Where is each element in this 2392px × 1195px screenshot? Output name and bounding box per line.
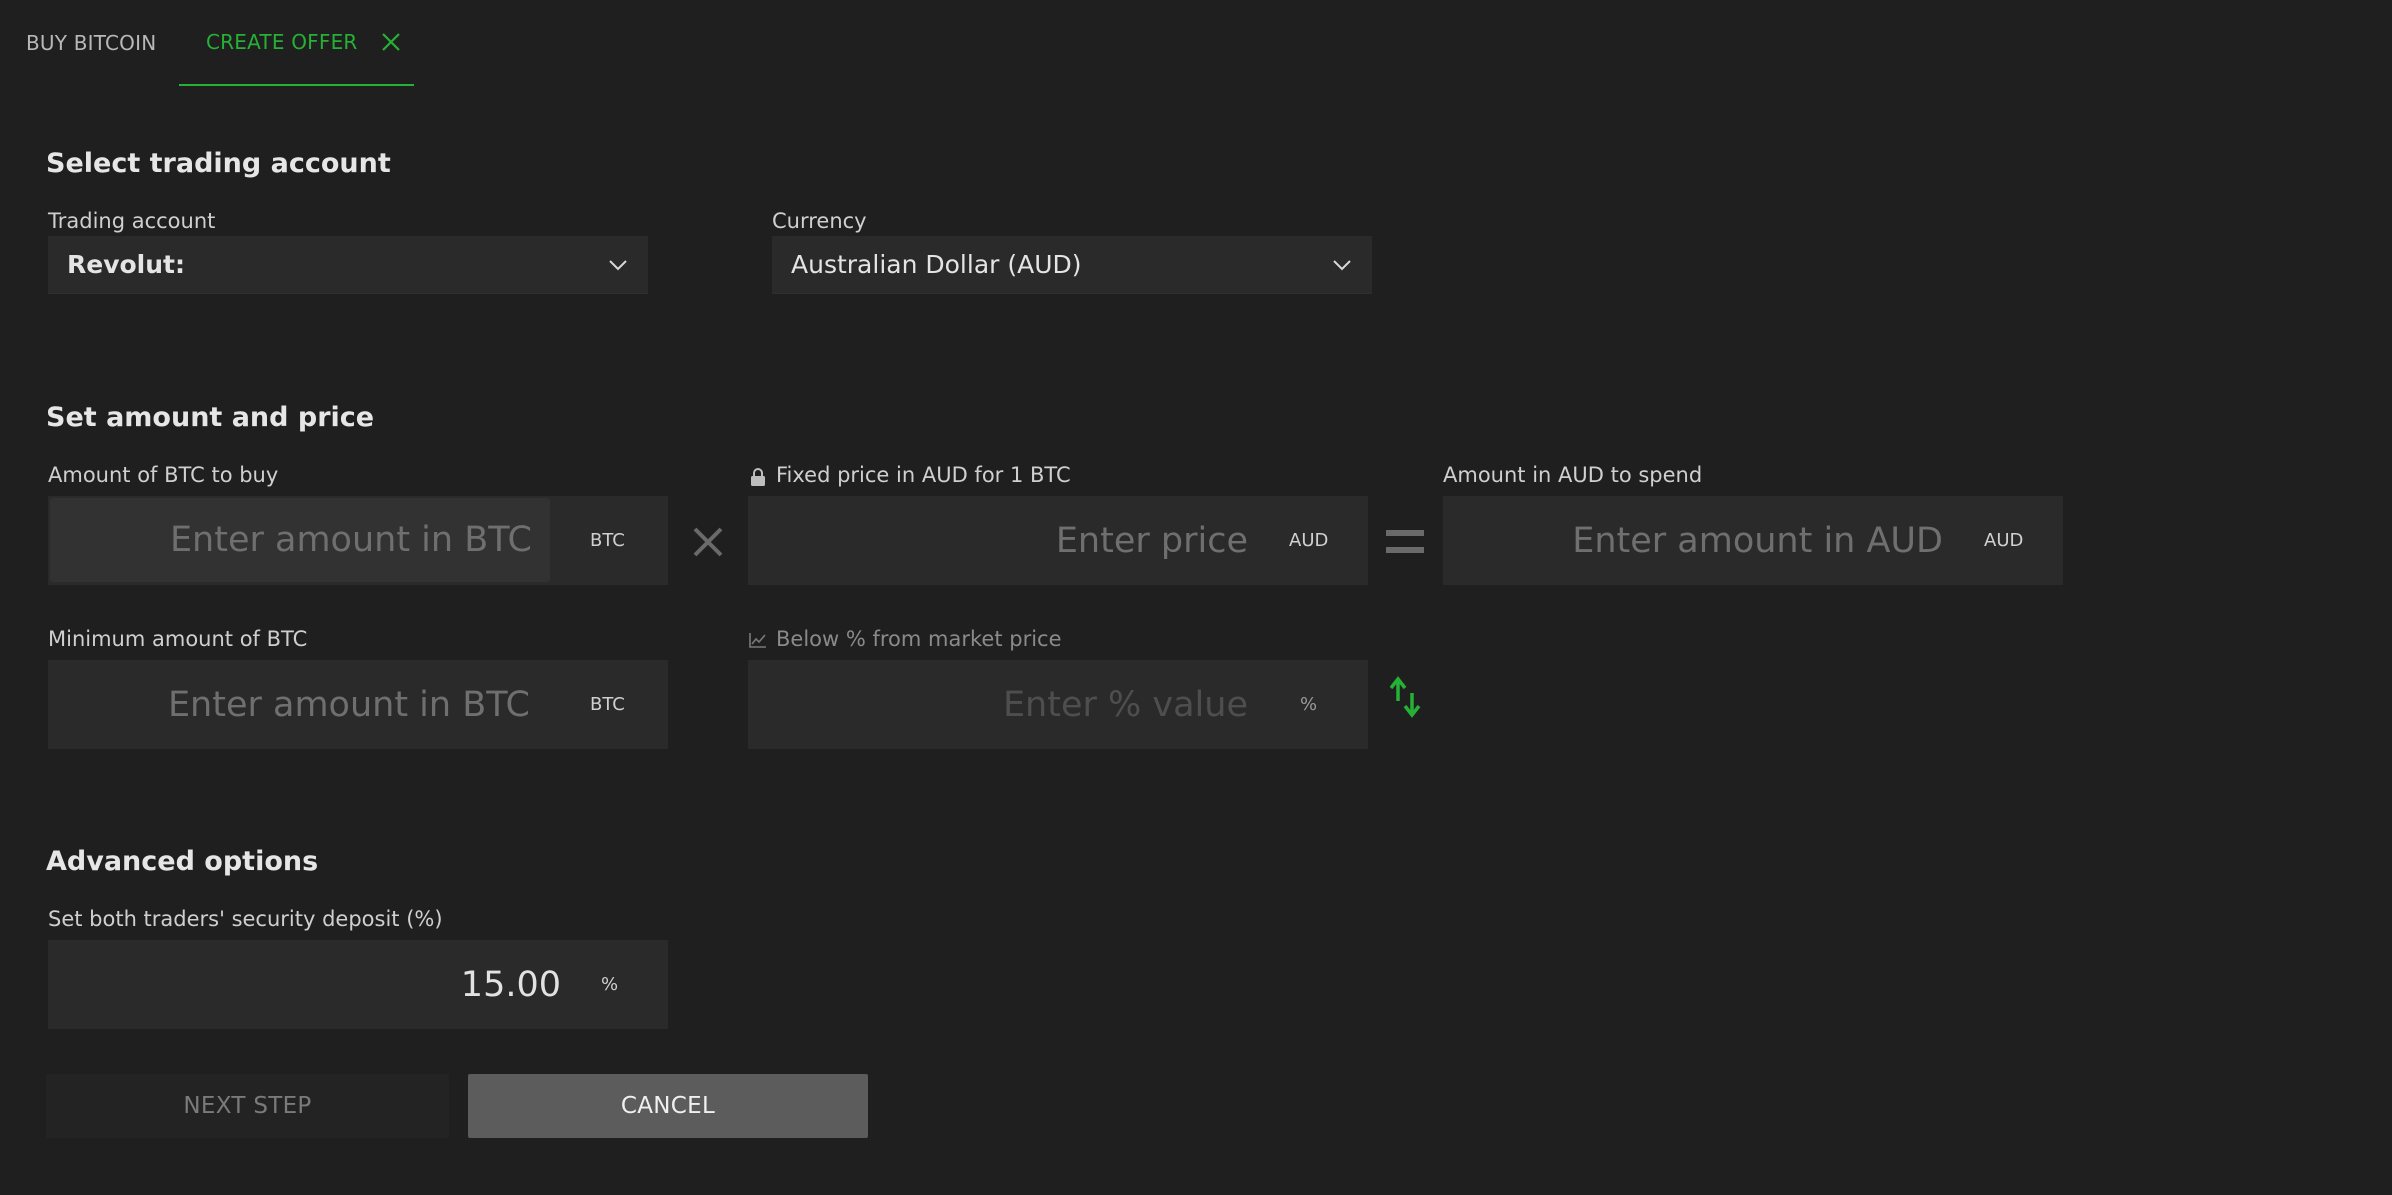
min-amount-unit: BTC <box>590 694 625 715</box>
btc-amount-unit: BTC <box>590 530 625 551</box>
next-step-button[interactable]: NEXT STEP <box>46 1074 449 1138</box>
deposit-unit: % <box>601 974 619 995</box>
chevron-down-icon <box>1333 259 1351 270</box>
currency-select[interactable]: Australian Dollar (AUD) <box>772 236 1372 294</box>
fixed-price-placeholder: Enter price <box>1055 520 1248 561</box>
btc-amount-label: Amount of BTC to buy <box>48 463 279 487</box>
deposit-field: 15.00 % <box>48 940 668 1029</box>
spend-amount-unit: AUD <box>1984 530 2024 551</box>
fixed-price-label: Fixed price in AUD for 1 BTC <box>776 463 1071 487</box>
tab-buy-bitcoin[interactable]: BUY BITCOIN <box>26 0 156 86</box>
section-title-amount-price: Set amount and price <box>46 402 375 433</box>
fixed-price-input[interactable]: Enter price <box>748 496 1248 585</box>
deposit-value: 15.00 <box>460 964 561 1005</box>
trading-account-label: Trading account <box>48 209 216 233</box>
market-pct-unit: % <box>1300 694 1318 715</box>
equals-icon <box>1386 530 1424 553</box>
btc-amount-input[interactable]: Enter amount in BTC <box>50 498 550 582</box>
spend-amount-input[interactable]: Enter amount in AUD <box>1443 496 1943 585</box>
lock-icon <box>751 468 765 486</box>
trading-account-value: Revolut: <box>67 250 185 279</box>
cancel-label: CANCEL <box>620 1093 716 1119</box>
tab-create-offer[interactable]: CREATE OFFER <box>179 0 414 86</box>
market-pct-field: Enter % value % <box>748 660 1368 749</box>
spend-amount-label: Amount in AUD to spend <box>1443 463 1703 487</box>
min-amount-placeholder: Enter amount in BTC <box>167 684 530 725</box>
min-amount-label: Minimum amount of BTC <box>48 627 308 651</box>
trading-account-select[interactable]: Revolut: <box>48 236 648 294</box>
swap-icon[interactable] <box>1388 675 1422 719</box>
deposit-label: Set both traders' security deposit (%) <box>48 907 443 931</box>
section-title-trading-account: Select trading account <box>46 148 391 179</box>
min-amount-input[interactable]: Enter amount in BTC <box>48 660 548 749</box>
tab-create-offer-label: CREATE OFFER <box>206 30 358 54</box>
chart-icon <box>749 633 766 648</box>
section-title-advanced: Advanced options <box>46 846 319 877</box>
btc-amount-placeholder: Enter amount in BTC <box>169 520 532 560</box>
chevron-down-icon <box>609 259 627 270</box>
spend-amount-placeholder: Enter amount in AUD <box>1572 520 1943 561</box>
tab-buy-bitcoin-label: BUY BITCOIN <box>26 31 157 55</box>
cancel-button[interactable]: CANCEL <box>468 1074 868 1138</box>
market-pct-input[interactable]: Enter % value <box>748 660 1248 749</box>
next-step-label: NEXT STEP <box>183 1093 312 1119</box>
btc-amount-field: Enter amount in BTC BTC <box>48 496 668 585</box>
fixed-price-unit: AUD <box>1289 530 1329 551</box>
currency-label: Currency <box>772 209 867 233</box>
market-pct-label: Below % from market price <box>776 627 1062 651</box>
currency-value: Australian Dollar (AUD) <box>791 250 1082 279</box>
market-pct-placeholder: Enter % value <box>1002 684 1248 725</box>
close-icon[interactable] <box>380 31 402 53</box>
min-amount-field: Enter amount in BTC BTC <box>48 660 668 749</box>
deposit-input[interactable]: 15.00 <box>48 940 561 1029</box>
fixed-price-field: Enter price AUD <box>748 496 1368 585</box>
multiply-icon <box>693 527 723 557</box>
spend-amount-field: Enter amount in AUD AUD <box>1443 496 2063 585</box>
